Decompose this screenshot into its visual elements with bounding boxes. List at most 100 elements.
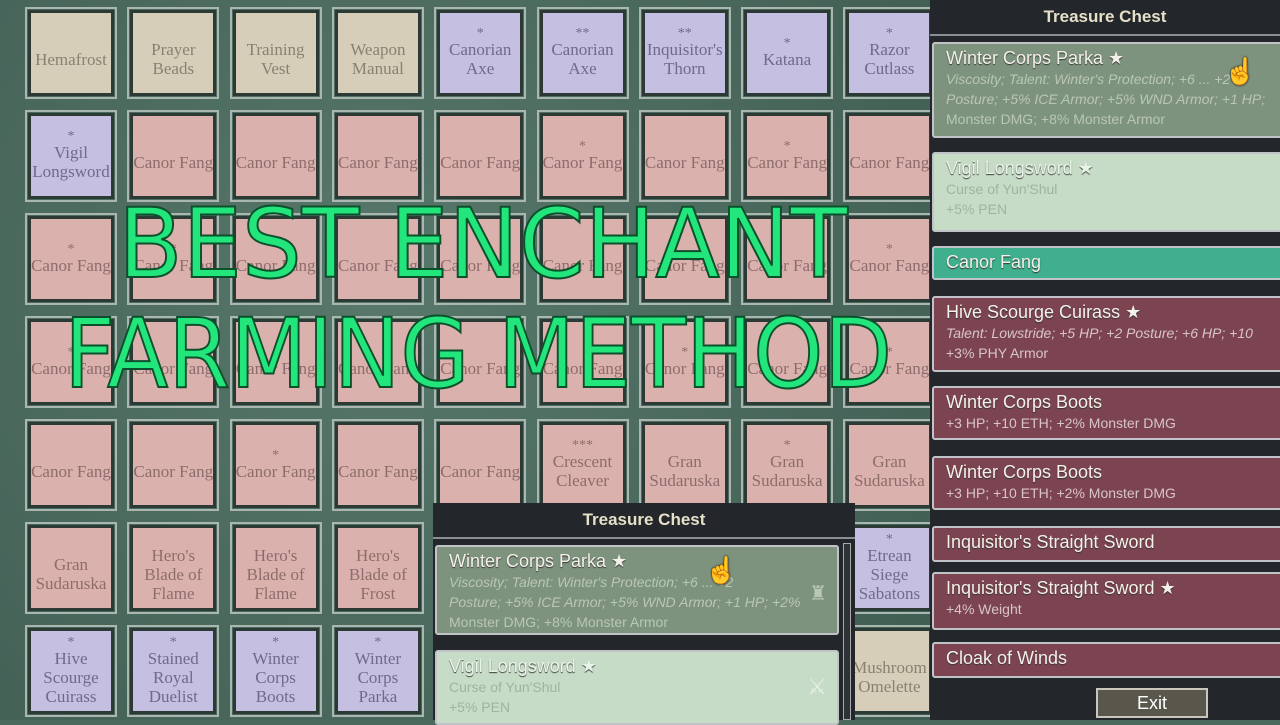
inventory-slot[interactable]: Gran Sudaruska bbox=[25, 522, 117, 614]
rarity-stars: * bbox=[885, 26, 893, 41]
inventory-slot[interactable]: * Etrean Siege Sabatons bbox=[843, 522, 936, 614]
item-name: Winter Corps Boots bbox=[946, 462, 1103, 482]
slot-item-name: Canor Fang bbox=[133, 461, 214, 481]
inventory-slot[interactable]: Hero's Blade of Flame bbox=[127, 522, 220, 614]
armor-icon: ♜ bbox=[809, 583, 827, 605]
chest-item[interactable]: Inquisitor's Straight Sword ★ +4% Weight bbox=[932, 572, 1280, 630]
rarity-stars: * bbox=[783, 438, 791, 453]
inventory-slot[interactable]: Canor Fang bbox=[638, 110, 731, 202]
rarity-stars: * bbox=[885, 531, 893, 547]
chest-item-winter-corps-parka[interactable]: Winter Corps Parka ★ Viscosity; Talent: … bbox=[435, 545, 839, 635]
slot-item-name: Canor Fang bbox=[337, 461, 418, 481]
rarity-stars: * bbox=[272, 634, 280, 650]
inventory-slot[interactable]: Gran Sudaruska bbox=[638, 419, 731, 511]
slot-item-name: Winter Corps Parka bbox=[354, 648, 402, 706]
exit-button[interactable]: Exit bbox=[1096, 688, 1208, 718]
item-desc: Posture; +5% ICE Armor; +5% WND Armor; +… bbox=[946, 91, 1266, 107]
slot-item-name: Winter Corps Boots bbox=[252, 648, 299, 706]
item-desc: +3% PHY Armor bbox=[946, 345, 1049, 361]
item-desc: Monster DMG; +8% Monster Armor bbox=[946, 111, 1166, 127]
chest-item[interactable]: Vigil Longsword ★ Curse of Yun'Shul +5% PE… bbox=[932, 152, 1280, 232]
inventory-slot[interactable]: Canor Fang bbox=[434, 419, 527, 511]
inventory-slot[interactable]: Hero's Blade of Flame bbox=[229, 522, 322, 614]
slot-item-name: Canor Fang bbox=[235, 152, 316, 172]
inventory-slot[interactable]: * Canor Fang bbox=[25, 213, 117, 305]
rarity-stars: * bbox=[169, 634, 177, 650]
inventory-slot[interactable]: * Canor Fang bbox=[741, 110, 834, 202]
inventory-slot[interactable]: * Winter Corps Boots bbox=[229, 625, 322, 717]
chest-item[interactable]: Canor Fang bbox=[932, 246, 1280, 280]
item-name: Cloak of Winds bbox=[946, 648, 1068, 668]
sword-icon: ⚔ bbox=[807, 674, 827, 699]
inventory-slot[interactable]: Training Vest bbox=[229, 7, 322, 99]
slot-item-name: Training Vest bbox=[246, 40, 305, 78]
chest-item[interactable]: Cloak of Winds bbox=[932, 642, 1280, 678]
inventory-slot[interactable]: * Stained Royal Duelist bbox=[127, 625, 220, 717]
slot-item-name: Canorian Axe bbox=[551, 40, 614, 78]
slot-item-name: Gran Sudaruska bbox=[853, 452, 925, 490]
inventory-slot[interactable]: Canor Fang bbox=[25, 419, 117, 511]
chest-item[interactable]: Winter Corps Boots +3 HP; +10 ETH; +2% Mo… bbox=[932, 456, 1280, 510]
inventory-slot[interactable]: Canor Fang bbox=[127, 110, 220, 202]
slot-item-name: Crescent Cleaver bbox=[552, 452, 613, 490]
slot-item-name: Canor Fang bbox=[133, 152, 214, 172]
inventory-slot[interactable]: Mushroom Omelette bbox=[843, 625, 936, 717]
item-name: Winter Corps Parka ★ bbox=[946, 48, 1125, 68]
inventory-slot[interactable]: Prayer Beads bbox=[127, 7, 220, 99]
item-desc: +5% PEN bbox=[946, 201, 1008, 217]
rarity-stars: * bbox=[374, 634, 382, 650]
inventory-slot[interactable]: Weapon Manual bbox=[331, 7, 424, 99]
item-desc: Viscosity; Talent: Winter's Protection; … bbox=[449, 574, 734, 590]
rarity-stars: ** bbox=[677, 26, 692, 41]
rarity-stars: * bbox=[783, 35, 791, 51]
inventory-slot[interactable]: Canor Fang bbox=[843, 110, 936, 202]
inventory-slot[interactable]: * Winter Corps Parka bbox=[331, 625, 424, 717]
hand-cursor-icon: ☝ bbox=[705, 555, 738, 585]
inventory-slot[interactable]: Canor Fang bbox=[434, 110, 527, 202]
inventory-slot[interactable]: Canor Fang bbox=[331, 419, 424, 511]
item-desc: +3 HP; +10 ETH; +2% Monster DMG bbox=[946, 415, 1176, 431]
inventory-slot[interactable]: Canor Fang bbox=[127, 419, 220, 511]
slot-item-name: Gran Sudaruska bbox=[649, 452, 721, 490]
slot-item-name: Katana bbox=[763, 49, 812, 69]
panel-title: Treasure Chest bbox=[930, 0, 1280, 36]
chest-item[interactable]: Hive Scourge Cuirass ★ Talent: Lowstride;… bbox=[932, 296, 1280, 372]
item-name: Vigil Longsword ★ bbox=[449, 656, 597, 676]
slot-item-name: Etrean Siege Sabatons bbox=[858, 545, 921, 603]
inventory-slot[interactable]: Canor Fang bbox=[229, 110, 322, 202]
inventory-slot[interactable]: Gran Sudaruska bbox=[843, 419, 936, 511]
rarity-stars: * bbox=[885, 241, 893, 257]
chest-item-vigil-longsword[interactable]: Vigil Longsword ★ Curse of Yun'Shul +5% … bbox=[435, 650, 839, 725]
item-name: Winter Corps Parka ★ bbox=[449, 551, 628, 571]
inventory-slot[interactable]: * Razor Cutlass bbox=[843, 7, 936, 99]
inventory-slot[interactable]: *** Crescent Cleaver bbox=[536, 419, 629, 511]
chest-item[interactable]: Winter Corps Boots +3 HP; +10 ETH; +2% Mo… bbox=[932, 386, 1280, 440]
rarity-stars: * bbox=[67, 241, 75, 257]
inventory-slot[interactable]: * Vigil Longsword bbox=[25, 110, 117, 202]
item-desc: Curse of Yun'Shul bbox=[449, 679, 561, 695]
inventory-slot[interactable]: ** Canorian Axe bbox=[536, 7, 629, 99]
inventory-slot[interactable]: * Gran Sudaruska bbox=[741, 419, 834, 511]
inventory-slot[interactable]: Hemafrost bbox=[25, 7, 117, 99]
inventory-slot[interactable]: * Katana bbox=[741, 7, 834, 99]
inventory-slot[interactable]: * Hive Scourge Cuirass bbox=[25, 625, 117, 717]
slot-item-name: Stained Royal Duelist bbox=[147, 648, 199, 706]
scrollbar[interactable] bbox=[843, 543, 851, 720]
rarity-stars: * bbox=[579, 138, 586, 154]
item-desc: Talent: Lowstride; +5 HP; +2 Posture; +6… bbox=[946, 325, 1253, 341]
slot-item-name: Canor Fang bbox=[31, 255, 111, 275]
rarity-stars: * bbox=[476, 26, 484, 41]
chest-item[interactable]: Inquisitor's Straight Sword bbox=[932, 526, 1280, 562]
inventory-slot[interactable]: Hero's Blade of Frost bbox=[331, 522, 424, 614]
inventory-slot[interactable]: * Canor Fang bbox=[229, 419, 322, 511]
inventory-slot[interactable]: * Canor Fang bbox=[536, 110, 629, 202]
overlay-title-line-2: FARMING METHOD bbox=[63, 298, 893, 410]
slot-item-name: Weapon Manual bbox=[350, 40, 406, 78]
rarity-stars: * bbox=[272, 447, 280, 463]
slot-item-name: Canor Fang bbox=[644, 152, 725, 172]
slot-item-name: Hemafrost bbox=[35, 49, 107, 69]
inventory-slot[interactable]: * Canorian Axe bbox=[434, 7, 527, 99]
inventory-slot[interactable]: * Canor Fang bbox=[843, 213, 936, 305]
inventory-slot[interactable]: Canor Fang bbox=[331, 110, 424, 202]
inventory-slot[interactable]: ** Inquisitor's Thorn bbox=[638, 7, 731, 99]
